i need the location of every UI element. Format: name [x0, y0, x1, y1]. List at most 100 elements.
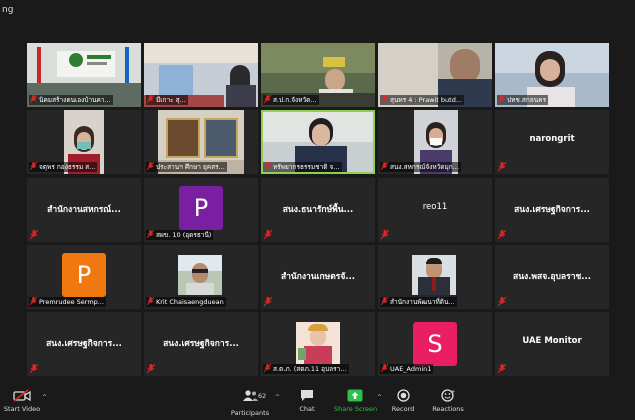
video-tile[interactable]: ประสานฯ ศึกษา ยุคสร... [144, 110, 258, 174]
participant-name: Premrudee Sermp... [29, 297, 106, 307]
mic-muted-icon [498, 95, 505, 103]
record-icon [396, 389, 410, 402]
video-feed [412, 255, 456, 295]
participant-name: สนง.สหกรณ์จังหวัดมุก... [380, 162, 461, 172]
mic-muted-icon [498, 297, 506, 306]
mic-muted-icon [264, 297, 272, 306]
participant-name: สำนักงานสหกรณ์... [47, 205, 121, 215]
video-tile[interactable]: ปทช.สกลนคร [495, 43, 609, 107]
avatar-tile[interactable]: P สผข. 10 (อุดรธานี) [144, 178, 258, 242]
mic-muted-icon [147, 297, 154, 305]
name-tile[interactable]: สนง.เศรษฐกิจการ... [144, 312, 258, 376]
mic-muted-icon [264, 95, 271, 103]
mic-muted-icon [30, 162, 37, 170]
mic-muted-icon [147, 162, 154, 170]
meeting-toolbar: Start Video ^ 62 Participants ^ Chat Sha… [0, 385, 635, 420]
avatar-tile[interactable]: P Premrudee Sermp... [27, 245, 141, 309]
participants-count: 62 [258, 392, 267, 400]
reactions-button[interactable]: + Reactions [430, 385, 466, 420]
mic-muted-icon [381, 364, 388, 372]
video-feed [178, 255, 222, 295]
participant-name: สำนักงานเกษตรจั... [280, 272, 356, 282]
participant-name: UAE Monitor [522, 336, 582, 346]
participant-name: สนง.พสจ.อุบลราช... [513, 272, 591, 282]
avatar-tile[interactable]: S UAE_Admin1 [378, 312, 492, 376]
window-title-bar: ng [0, 0, 635, 22]
participant-name: UAE_Admin1 [380, 364, 434, 374]
share-screen-icon [347, 389, 363, 402]
mic-muted-icon [381, 230, 389, 239]
participant-name: ปทช.สกลนคร [497, 95, 549, 105]
name-tile[interactable]: สนง.พสจ.อุบลราช... [495, 245, 609, 309]
mic-muted-icon [147, 364, 155, 373]
record-button[interactable]: Record [390, 385, 416, 420]
participant-name: ส.ต.ภ. (สตภ.11 อุบลรา... [263, 364, 349, 374]
avatar: P [62, 253, 106, 297]
video-tile[interactable]: มีเกาะ สุ... [144, 43, 258, 107]
video-tile[interactable]: สุนทร 4 : Prawit butd... [378, 43, 492, 107]
participants-options-caret-icon[interactable]: ^ [275, 394, 280, 401]
video-tile[interactable]: ส.ป.ก.จังหวัด... [261, 43, 375, 107]
avatar: S [413, 322, 457, 366]
mic-muted-icon [264, 230, 272, 239]
share-options-caret-icon[interactable]: ^ [377, 394, 382, 401]
participant-name: สผข. 10 (อุดรธานี) [146, 230, 214, 240]
name-tile[interactable]: สนง.เศรษฐกิจการ... [27, 312, 141, 376]
name-tile[interactable]: UAE Monitor [495, 312, 609, 376]
name-tile[interactable]: สำนักงานสหกรณ์... [27, 178, 141, 242]
share-screen-button[interactable]: Share Screen [334, 385, 377, 420]
video-tile[interactable]: สนง.สหกรณ์จังหวัดมุก... [378, 110, 492, 174]
participant-name: narongrit [529, 134, 575, 144]
video-tile[interactable]: Krit Chaisaengduean [144, 245, 258, 309]
video-tile[interactable]: จตุพร กองธรรม ส... [27, 110, 141, 174]
participant-name: ทรัพยากรธรรมชาติ จ... [263, 162, 342, 172]
participant-name: สนง.เศรษฐกิจการ... [46, 339, 122, 349]
mic-muted-icon [498, 162, 506, 171]
participant-name: สนง.เศรษฐกิจการ... [163, 339, 239, 349]
participant-name: นิคมสร้างตนเองบ้านคา... [29, 95, 113, 105]
participants-button[interactable]: 62 Participants [228, 385, 272, 420]
reactions-icon: + [441, 389, 455, 402]
mic-muted-icon [30, 230, 38, 239]
mic-muted-icon [381, 297, 388, 305]
mic-muted-icon [381, 162, 388, 170]
mic-muted-icon [30, 297, 37, 305]
participant-name: ประสานฯ ศึกษา ยุคสร... [146, 162, 227, 172]
avatar: P [179, 186, 223, 230]
video-tile[interactable]: สำนักงานพัฒนาที่ดิน... [378, 245, 492, 309]
participant-name: สนง.ธนารักษ์พื้น... [282, 205, 354, 215]
name-tile[interactable]: reo11 [378, 178, 492, 242]
participant-name: Krit Chaisaengduean [146, 297, 226, 307]
name-tile[interactable]: สำนักงานเกษตรจั... [261, 245, 375, 309]
mic-muted-icon [30, 95, 37, 103]
name-tile[interactable]: สนง.ธนารักษ์พื้น... [261, 178, 375, 242]
mic-muted-icon [147, 230, 154, 238]
name-tile[interactable]: สนง.เศรษฐกิจการ... [495, 178, 609, 242]
participants-icon [243, 390, 258, 401]
mic-muted-icon [30, 364, 38, 373]
mic-muted-icon [498, 364, 506, 373]
mic-muted-icon [264, 162, 271, 170]
participant-name: มีเกาะ สุ... [146, 95, 188, 105]
mic-muted-icon [498, 230, 506, 239]
participant-name: จตุพร กองธรรม ส... [29, 162, 98, 172]
name-tile[interactable]: narongrit [495, 110, 609, 174]
svg-text:+: + [451, 389, 455, 395]
video-tile[interactable]: ส.ต.ภ. (สตภ.11 อุบลรา... [261, 312, 375, 376]
participant-name: สำนักงานพัฒนาที่ดิน... [380, 297, 457, 307]
mic-muted-icon [147, 95, 154, 103]
mic-muted-icon [264, 364, 271, 372]
participant-name: ส.ป.ก.จังหวัด... [263, 95, 319, 105]
start-video-button[interactable]: Start Video [2, 385, 42, 420]
video-tile-active-speaker[interactable]: ทรัพยากรธรรมชาติ จ... [261, 110, 375, 174]
video-feed [296, 322, 340, 364]
participant-name: สนง.เศรษฐกิจการ... [514, 205, 590, 215]
video-off-icon [13, 389, 31, 402]
video-tile[interactable]: นิคมสร้างตนเองบ้านคา... [27, 43, 141, 107]
participant-name: สุนทร 4 : Prawit butd... [380, 95, 465, 105]
video-options-caret-icon[interactable]: ^ [42, 394, 47, 401]
chat-button[interactable]: Chat [294, 385, 320, 420]
mic-muted-icon [381, 95, 388, 103]
window-title: ng [2, 5, 14, 15]
participant-name: reo11 [422, 202, 448, 212]
